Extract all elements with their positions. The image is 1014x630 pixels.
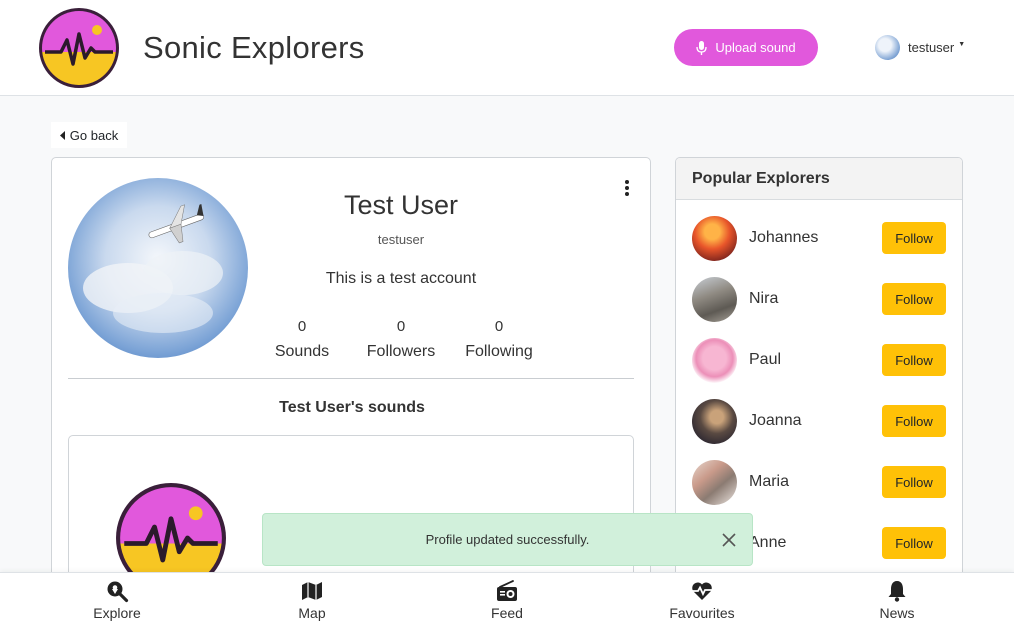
go-back-button[interactable]: Go back bbox=[51, 122, 127, 148]
profile-display-name: Test User bbox=[343, 190, 459, 220]
logo-icon[interactable] bbox=[39, 8, 119, 88]
nav-feed[interactable]: Feed bbox=[447, 579, 567, 629]
sounds-heading: Test User's sounds bbox=[279, 399, 425, 416]
follow-button[interactable]: Follow bbox=[882, 466, 946, 498]
bottom-nav: Explore Map Feed Favourites News bbox=[0, 572, 1014, 630]
explorer-item-nira[interactable]: Nira Follow bbox=[692, 276, 946, 322]
nav-favourites[interactable]: Favourites bbox=[642, 579, 762, 629]
search-location-icon bbox=[107, 581, 129, 603]
avatar bbox=[692, 398, 737, 444]
stat-sounds: 0 Sounds bbox=[262, 318, 342, 361]
toast-message: Profile updated successfully. bbox=[425, 532, 590, 547]
avatar bbox=[692, 276, 737, 322]
stat-following: 0 Following bbox=[456, 318, 542, 361]
explorer-name: Nira bbox=[749, 290, 779, 307]
avatar bbox=[875, 35, 900, 60]
popular-explorers-title: Popular Explorers bbox=[676, 158, 962, 200]
nav-explore-label: Explore bbox=[93, 605, 141, 621]
app-title: Sonic Explorers bbox=[143, 30, 365, 65]
radio-icon bbox=[497, 580, 517, 601]
nav-news-label: News bbox=[879, 605, 915, 621]
nav-news[interactable]: News bbox=[837, 579, 957, 629]
profile-picture bbox=[68, 178, 248, 358]
explorer-item-maria[interactable]: Maria Follow bbox=[692, 459, 946, 505]
follow-button[interactable]: Follow bbox=[882, 283, 946, 315]
upload-sound-label: Upload sound bbox=[715, 40, 796, 55]
avatar bbox=[692, 459, 737, 505]
stat-sounds-value: 0 bbox=[297, 318, 307, 335]
follow-button[interactable]: Follow bbox=[882, 222, 946, 254]
stat-followers-value: 0 bbox=[396, 318, 406, 335]
stat-following-value: 0 bbox=[494, 318, 504, 335]
follow-button[interactable]: Follow bbox=[882, 344, 946, 376]
nav-map-label: Map bbox=[298, 605, 326, 621]
profile-username: testuser bbox=[377, 232, 425, 247]
nav-feed-label: Feed bbox=[491, 605, 523, 621]
profile-options-kebab-icon[interactable] bbox=[620, 178, 634, 198]
follow-button[interactable]: Follow bbox=[882, 405, 946, 437]
map-icon bbox=[302, 582, 322, 600]
explorer-name: Maria bbox=[749, 473, 790, 490]
profile-bio: This is a test account bbox=[325, 270, 477, 287]
stat-followers: 0 Followers bbox=[356, 318, 446, 361]
close-icon[interactable] bbox=[720, 531, 738, 549]
explorer-item-joanna[interactable]: Joanna Follow bbox=[692, 398, 946, 444]
user-menu-username: testuser bbox=[908, 40, 955, 55]
avatar bbox=[692, 337, 737, 383]
explorer-name: Anne bbox=[749, 534, 787, 551]
avatar bbox=[692, 215, 737, 261]
go-back-label: Go back bbox=[69, 127, 119, 143]
success-toast: Profile updated successfully. bbox=[262, 513, 753, 566]
stat-sounds-label: Sounds bbox=[274, 343, 330, 360]
user-menu-dropdown[interactable]: testuser ▼ bbox=[875, 35, 965, 60]
explorer-name: Joanna bbox=[749, 412, 802, 429]
follow-button[interactable]: Follow bbox=[882, 527, 946, 559]
nav-map[interactable]: Map bbox=[252, 579, 372, 629]
stat-followers-label: Followers bbox=[366, 343, 436, 360]
caret-left-icon bbox=[59, 130, 65, 140]
nav-favourites-label: Favourites bbox=[669, 605, 735, 621]
bell-icon bbox=[888, 581, 906, 602]
explorer-item-paul[interactable]: Paul Follow bbox=[692, 337, 946, 383]
caret-down-icon: ▼ bbox=[958, 41, 966, 48]
nav-explore[interactable]: Explore bbox=[57, 579, 177, 629]
top-header: Sonic Explorers Upload sound testuser ▼ bbox=[0, 0, 1014, 96]
upload-sound-button[interactable]: Upload sound bbox=[674, 29, 818, 66]
stat-following-label: Following bbox=[465, 343, 533, 360]
divider bbox=[68, 378, 634, 379]
heartbeat-icon bbox=[691, 582, 713, 600]
explorer-name: Paul bbox=[749, 351, 782, 368]
microphone-icon bbox=[696, 40, 708, 55]
explorer-item-johannes[interactable]: Johannes Follow bbox=[692, 215, 946, 261]
explorer-name: Johannes bbox=[749, 229, 819, 246]
